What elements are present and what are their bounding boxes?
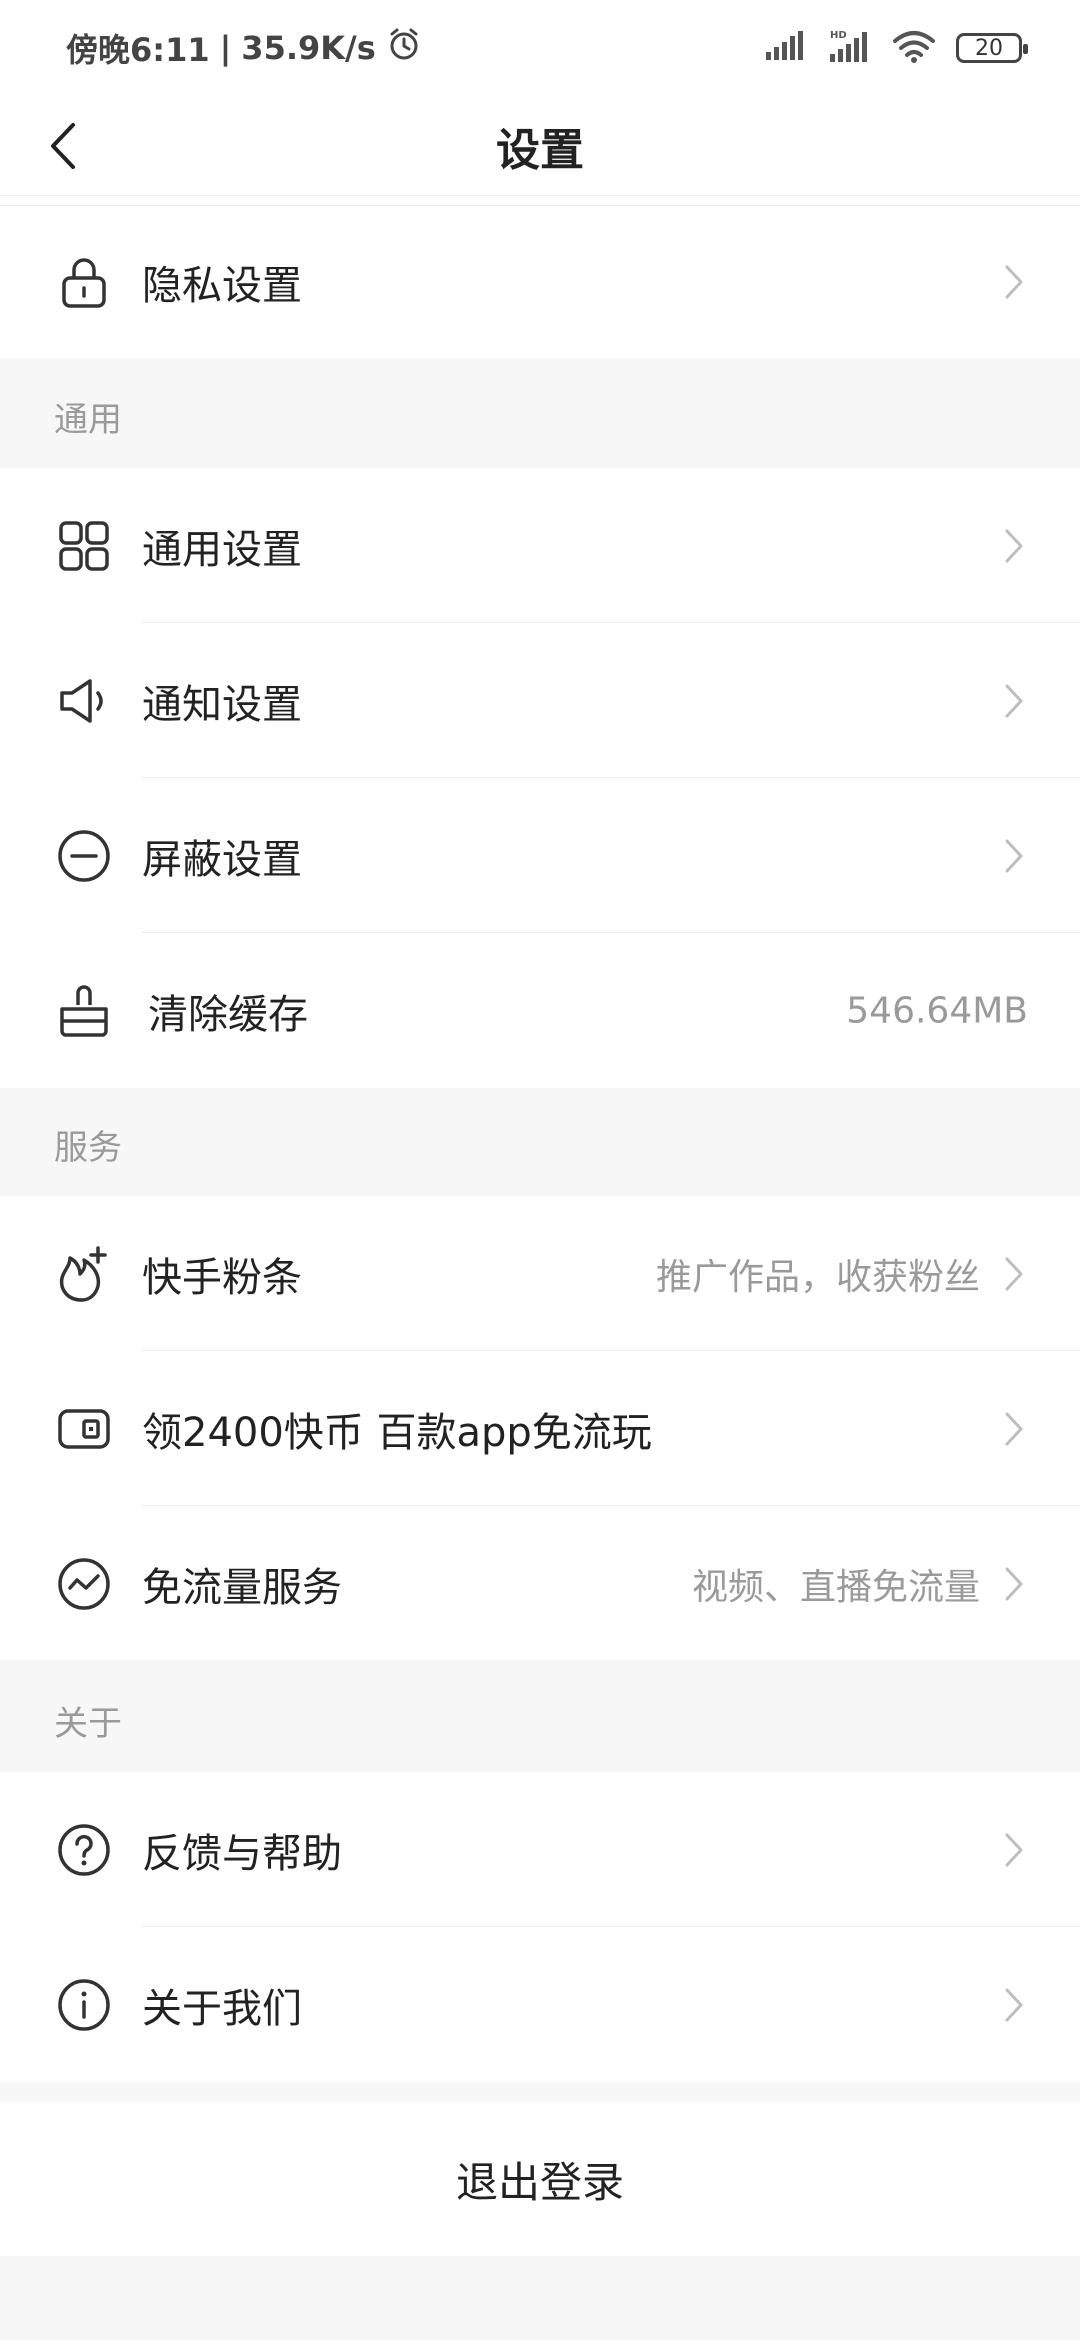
feedback-help-label: 反馈与帮助 bbox=[142, 1830, 342, 1877]
section-header-about: 关于 bbox=[54, 1704, 122, 1744]
privacy-settings-row[interactable]: 隐私设置 bbox=[0, 206, 1080, 358]
free-data-service-hint: 视频、直播免流量 bbox=[691, 1566, 980, 1608]
info-circle-icon bbox=[52, 1973, 116, 2037]
notification-settings-row[interactable]: 通知设置 bbox=[0, 623, 1080, 778]
feedback-help-row[interactable]: 反馈与帮助 bbox=[0, 1772, 1080, 1927]
clear-cache-row[interactable]: 清除缓存 546.64MB bbox=[0, 933, 1080, 1088]
notification-settings-label: 通知设置 bbox=[142, 681, 302, 728]
chevron-right-icon bbox=[996, 677, 1032, 725]
signal-icon bbox=[764, 30, 808, 66]
grid-icon bbox=[52, 514, 116, 578]
general-settings-row[interactable]: 通用设置 bbox=[0, 468, 1080, 623]
privacy-block: 隐私设置 bbox=[0, 206, 1080, 358]
status-network-speed: 35.9K/s bbox=[241, 29, 376, 67]
chevron-right-icon bbox=[996, 832, 1032, 880]
chevron-right-icon bbox=[996, 1981, 1032, 2029]
status-time: 傍晚6:11 bbox=[66, 31, 210, 69]
section-header-general: 通用 bbox=[54, 400, 122, 440]
fans-promotion-label: 快手粉条 bbox=[142, 1254, 302, 1301]
chevron-right-icon bbox=[996, 522, 1032, 570]
status-left: 傍晚6:11 | 35.9K/s bbox=[66, 24, 422, 72]
about-block: 反馈与帮助 关于我们 bbox=[0, 1772, 1080, 2082]
free-data-service-row[interactable]: 免流量服务 视频、直播免流量 bbox=[0, 1506, 1080, 1661]
services-block: 快手粉条 推广作品，收获粉丝 领2400快币 百款app免流玩 免流量服务 视频… bbox=[0, 1196, 1080, 1660]
broom-icon bbox=[52, 979, 116, 1043]
battery-indicator: 20 bbox=[956, 33, 1028, 63]
flame-plus-icon bbox=[52, 1242, 116, 1306]
coins-offer-row[interactable]: 领2400快币 百款app免流玩 bbox=[0, 1351, 1080, 1506]
lock-icon bbox=[52, 250, 116, 314]
block-settings-row[interactable]: 屏蔽设置 bbox=[0, 778, 1080, 933]
status-separator: | bbox=[219, 29, 232, 67]
chevron-right-icon bbox=[996, 1405, 1032, 1453]
block-settings-label: 屏蔽设置 bbox=[142, 836, 302, 883]
svg-text:HD: HD bbox=[830, 30, 847, 41]
logout-button[interactable]: 退出登录 bbox=[0, 2102, 1080, 2256]
status-bar: 傍晚6:11 | 35.9K/s HD 20 bbox=[0, 0, 1080, 96]
wave-circle-icon bbox=[52, 1552, 116, 1616]
page-title: 设置 bbox=[496, 125, 584, 176]
alarm-icon bbox=[386, 26, 422, 70]
general-settings-label: 通用设置 bbox=[142, 526, 302, 573]
wifi-icon bbox=[892, 29, 936, 67]
minus-circle-icon bbox=[52, 824, 116, 888]
privacy-settings-label: 隐私设置 bbox=[142, 263, 302, 309]
free-data-service-label: 免流量服务 bbox=[142, 1564, 342, 1611]
about-us-row[interactable]: 关于我们 bbox=[0, 1927, 1080, 2082]
chevron-right-icon bbox=[996, 258, 1032, 306]
header-bar: 设置 bbox=[0, 96, 1080, 196]
chevron-right-icon bbox=[996, 1250, 1032, 1298]
question-circle-icon bbox=[52, 1818, 116, 1882]
top-divider bbox=[0, 196, 1080, 206]
about-us-label: 关于我们 bbox=[142, 1985, 302, 2032]
coin-card-icon bbox=[52, 1397, 116, 1461]
coins-offer-label: 领2400快币 百款app免流玩 bbox=[142, 1409, 652, 1456]
chevron-right-icon bbox=[996, 1826, 1032, 1874]
general-block: 通用设置 通知设置 屏蔽设置 清除缓存 546.64MB bbox=[0, 468, 1080, 1088]
cache-size-value: 546.64MB bbox=[846, 990, 1028, 1031]
status-right: HD 20 bbox=[764, 24, 1028, 72]
clear-cache-label: 清除缓存 bbox=[148, 991, 308, 1038]
fans-promotion-hint: 推广作品，收获粉丝 bbox=[655, 1256, 980, 1298]
speaker-icon bbox=[52, 669, 116, 733]
hd-signal-icon: HD bbox=[828, 28, 872, 68]
fans-promotion-row[interactable]: 快手粉条 推广作品，收获粉丝 bbox=[0, 1196, 1080, 1351]
section-header-services: 服务 bbox=[54, 1128, 122, 1168]
chevron-right-icon bbox=[996, 1560, 1032, 1608]
